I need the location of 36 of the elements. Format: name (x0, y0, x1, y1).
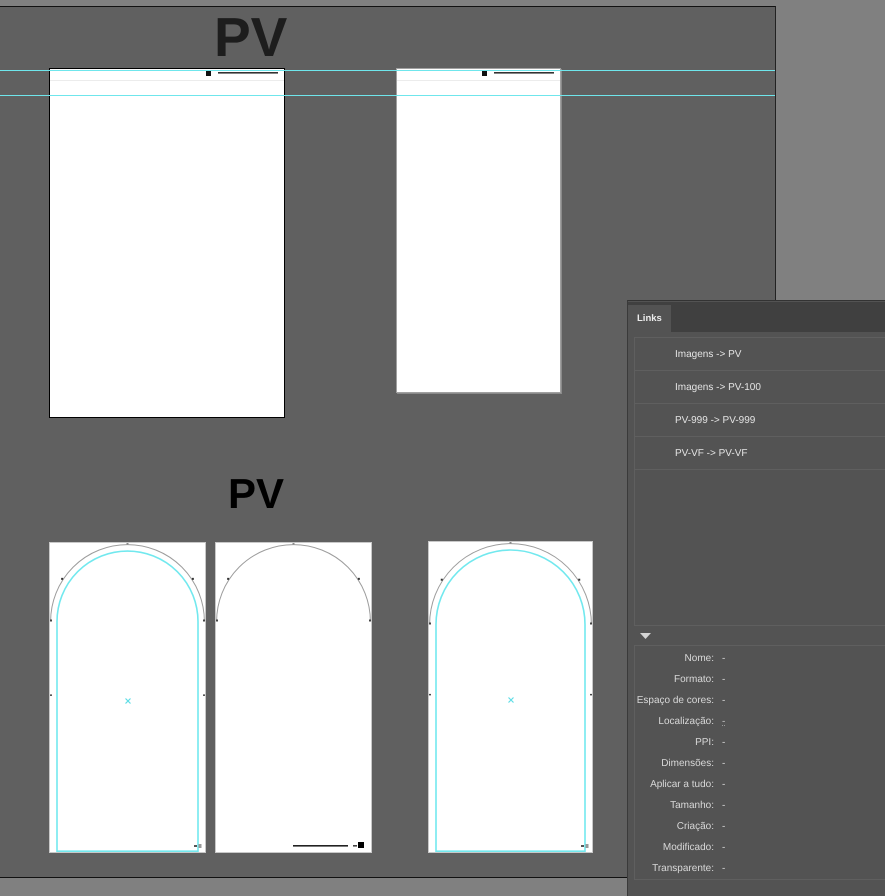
canvas-title: PV (228, 473, 284, 515)
page-header-drawing (206, 71, 278, 76)
info-label: Transparente: (652, 863, 714, 874)
info-value: - (722, 695, 726, 706)
info-label: Espaço de cores: (636, 695, 714, 706)
info-label: Nome: (684, 653, 714, 664)
info-label: Localização: (658, 716, 714, 727)
info-label: PPI: (695, 737, 714, 748)
info-label: Criação: (676, 821, 714, 832)
corner-mark-icon (194, 844, 202, 848)
center-mark-icon (508, 697, 514, 704)
info-label: Dimensões: (661, 758, 714, 769)
info-label: Modificado: (662, 842, 714, 853)
corner-mark-icon (581, 844, 589, 848)
link-row[interactable]: PV-VF -> PV-VF (635, 437, 885, 470)
canvas-title: PV (214, 10, 288, 65)
info-value: - (722, 653, 726, 664)
panel-tab[interactable]: Links (628, 305, 671, 332)
info-value: - (722, 800, 726, 811)
link-row[interactable]: Imagens -> PV (635, 338, 885, 371)
info-value: - (722, 758, 726, 769)
info-value: - (722, 842, 726, 853)
info-label: Formato: (674, 674, 714, 685)
info-value: - (722, 863, 726, 874)
link-row[interactable]: PV-999 -> PV-999 (635, 404, 885, 437)
collapse-triangle-icon[interactable] (640, 633, 651, 639)
info-value: - (722, 674, 726, 685)
page-header-drawing (482, 71, 554, 76)
info-label: Aplicar a tudo: (650, 779, 714, 790)
footer-text-drawing (293, 842, 364, 848)
link-row[interactable]: Imagens -> PV-100 (635, 371, 885, 404)
info-label: Tamanho: (670, 800, 714, 811)
info-value: - (722, 779, 726, 790)
center-mark-icon (124, 698, 130, 704)
info-value: - (722, 821, 726, 832)
info-value: - (722, 737, 726, 748)
